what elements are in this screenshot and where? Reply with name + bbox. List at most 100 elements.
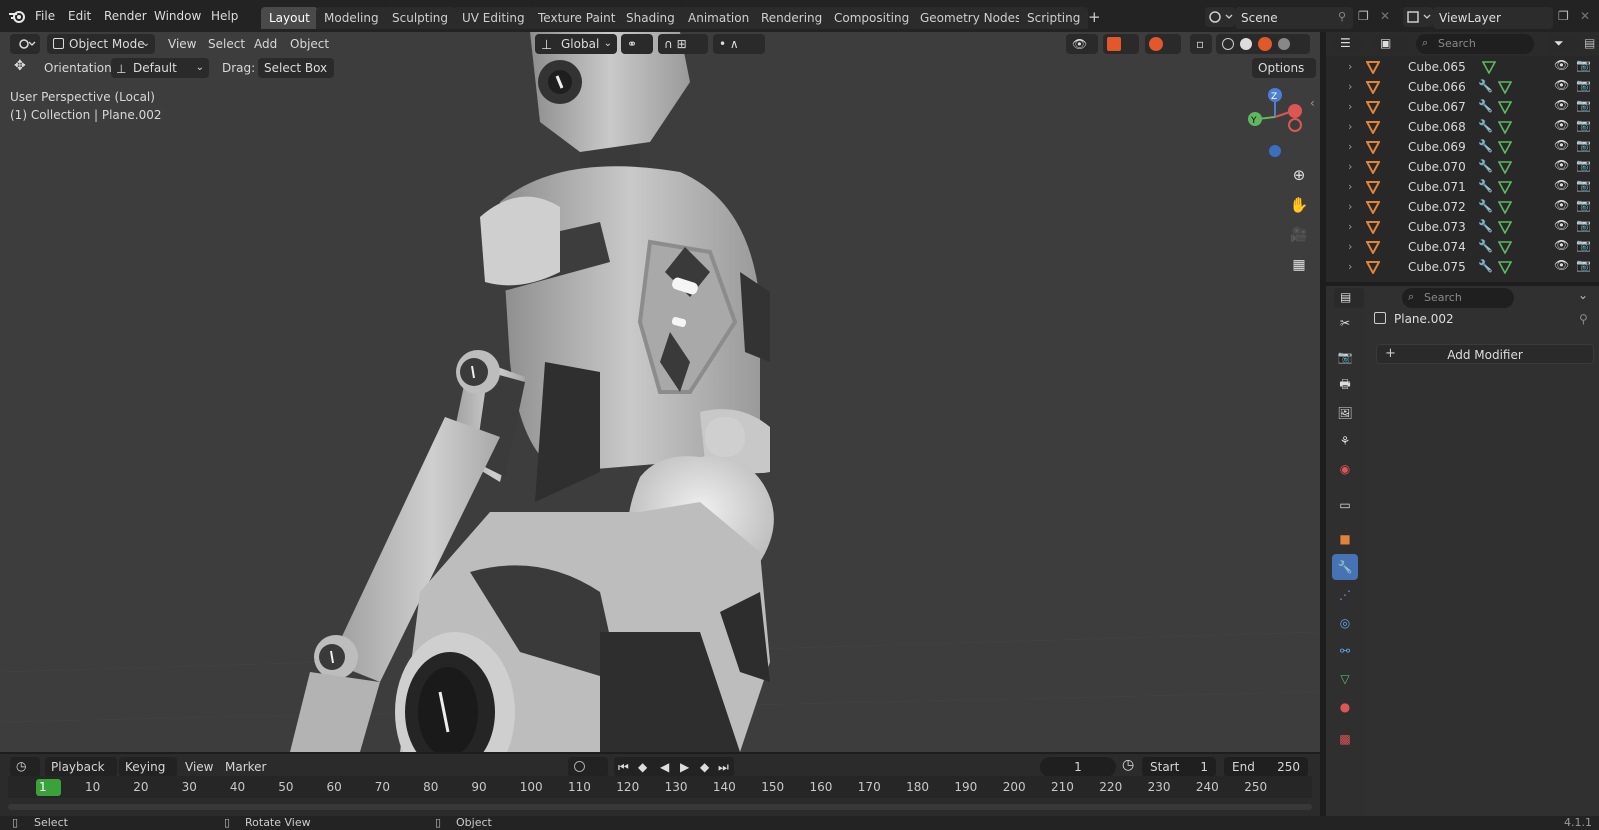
view-layer-tab[interactable]: 🖼: [1332, 400, 1358, 426]
outliner-row[interactable]: › Cube.069 🔧 👁 📷: [1326, 137, 1599, 157]
viewport-menu-view[interactable]: View: [168, 37, 196, 51]
transform-gizmo-icon[interactable]: ✥: [14, 58, 26, 74]
viewlayer-selector-button[interactable]: [1403, 7, 1433, 27]
outliner-item-name[interactable]: Cube.073: [1408, 220, 1466, 234]
new-scene-icon[interactable]: ❐: [1358, 9, 1369, 23]
shading-mode-group[interactable]: [1216, 34, 1310, 54]
camera-icon[interactable]: 📷: [1576, 118, 1591, 132]
tab-uv-editing[interactable]: UV Editing: [454, 7, 533, 29]
timeline-menu-view[interactable]: View: [185, 760, 213, 774]
menu-window[interactable]: Window: [154, 9, 201, 23]
expand-chevron-icon[interactable]: ›: [1348, 140, 1352, 153]
outliner-item-name[interactable]: Cube.074: [1408, 240, 1466, 254]
tab-geometry-nodes[interactable]: Geometry Nodes: [912, 7, 1030, 29]
tab-sculpting[interactable]: Sculpting: [384, 7, 457, 29]
timeline-editor-type-button[interactable]: ◷: [10, 757, 40, 777]
new-collection-icon[interactable]: ▤: [1584, 36, 1595, 50]
camera-view-icon[interactable]: 🎥: [1286, 222, 1312, 248]
outliner-row[interactable]: › Cube.073 🔧 👁 📷: [1326, 217, 1599, 237]
mesh-data-icon[interactable]: [1498, 120, 1512, 134]
play-reverse-icon[interactable]: ◀: [660, 757, 669, 777]
tab-modeling[interactable]: Modeling: [316, 7, 387, 29]
3d-viewport[interactable]: Object Mode ⌄ View Select Add Object ⊥ G…: [0, 32, 1320, 752]
expand-chevron-icon[interactable]: ›: [1348, 240, 1352, 253]
jump-start-icon[interactable]: ⏮: [618, 757, 629, 777]
camera-icon[interactable]: 📷: [1576, 58, 1591, 72]
data-tab[interactable]: ▽: [1332, 666, 1358, 692]
outliner-row[interactable]: › Cube.067 🔧 👁 📷: [1326, 97, 1599, 117]
transform-orientation-dropdown[interactable]: ⊥ Global ⌄: [535, 34, 617, 54]
expand-chevron-icon[interactable]: ›: [1348, 260, 1352, 273]
proportional-edit-button[interactable]: • ∧: [713, 34, 765, 54]
record-button[interactable]: [568, 757, 608, 777]
outliner-row[interactable]: › Cube.071 🔧 👁 📷: [1326, 177, 1599, 197]
wireframe-shading-icon[interactable]: [1222, 38, 1234, 50]
eye-icon[interactable]: 👁: [1554, 198, 1569, 212]
viewport-menu-select[interactable]: Select: [208, 37, 245, 51]
camera-icon[interactable]: 📷: [1576, 138, 1591, 152]
mesh-data-icon[interactable]: [1498, 180, 1512, 194]
xray-toggle-button[interactable]: ▫: [1190, 34, 1212, 54]
eye-icon[interactable]: 👁: [1554, 158, 1569, 172]
editor-type-button[interactable]: [10, 34, 40, 54]
modifier-wrench-icon[interactable]: 🔧: [1478, 259, 1493, 273]
outliner-editor-type-button[interactable]: ☰: [1334, 34, 1366, 54]
gizmo-toggle-button[interactable]: [1103, 34, 1139, 54]
prev-keyframe-icon[interactable]: ◆: [638, 757, 647, 777]
menu-help[interactable]: Help: [211, 9, 238, 23]
modifier-wrench-icon[interactable]: 🔧: [1478, 179, 1493, 193]
modifier-wrench-icon[interactable]: 🔧: [1478, 139, 1493, 153]
mesh-data-icon[interactable]: [1498, 100, 1512, 114]
pin-icon[interactable]: ⚲: [1338, 10, 1346, 23]
mesh-data-icon[interactable]: [1498, 260, 1512, 274]
eye-icon[interactable]: 👁: [1554, 178, 1569, 192]
tab-texture-paint[interactable]: Texture Paint: [530, 7, 624, 29]
outliner-item-name[interactable]: Cube.069: [1408, 140, 1466, 154]
scene-selector-button[interactable]: [1205, 7, 1235, 27]
menu-edit[interactable]: Edit: [68, 9, 91, 23]
outliner-row[interactable]: › Cube.068 🔧 👁 📷: [1326, 117, 1599, 137]
tab-scripting[interactable]: Scripting: [1019, 7, 1089, 29]
eye-icon[interactable]: 👁: [1554, 138, 1569, 152]
properties-editor-type-button[interactable]: ▤: [1334, 288, 1364, 308]
mesh-data-icon[interactable]: [1498, 200, 1512, 214]
camera-icon[interactable]: 📷: [1576, 198, 1591, 212]
eye-icon[interactable]: 👁: [1554, 78, 1569, 92]
outliner-row[interactable]: › Cube.074 🔧 👁 📷: [1326, 237, 1599, 257]
material-preview-icon[interactable]: [1258, 37, 1272, 51]
keying-menu[interactable]: Keying: [119, 757, 177, 777]
add-modifier-button[interactable]: + Add Modifier: [1376, 344, 1594, 364]
viewport-menu-object[interactable]: Object: [290, 37, 329, 51]
chevron-down-icon[interactable]: ⌄: [1578, 288, 1588, 302]
modifier-wrench-icon[interactable]: 🔧: [1478, 199, 1493, 213]
perspective-toggle-icon[interactable]: ▦: [1286, 252, 1312, 278]
rendered-shading-icon[interactable]: [1278, 38, 1290, 50]
tab-animation[interactable]: Animation: [680, 7, 758, 29]
world-tab[interactable]: ◉: [1332, 456, 1358, 482]
camera-icon[interactable]: 📷: [1576, 178, 1591, 192]
outliner-row[interactable]: › Cube.072 🔧 👁 📷: [1326, 197, 1599, 217]
pan-hand-icon[interactable]: ✋: [1286, 192, 1312, 218]
tab-compositing[interactable]: Compositing: [826, 7, 918, 29]
outliner-row[interactable]: › Cube.075 🔧 👁 📷: [1326, 257, 1599, 277]
solid-shading-icon[interactable]: [1240, 38, 1252, 50]
particles-tab[interactable]: ⋰: [1332, 582, 1358, 608]
mesh-data-icon[interactable]: [1498, 160, 1512, 174]
add-workspace-icon[interactable]: +: [1088, 8, 1101, 26]
expand-chevron-icon[interactable]: ›: [1348, 220, 1352, 233]
outliner-item-name[interactable]: Cube.075: [1408, 260, 1466, 274]
object-tab[interactable]: ■: [1332, 526, 1358, 552]
display-mode-button[interactable]: ▣: [1374, 34, 1408, 54]
options-dropdown[interactable]: Options: [1252, 58, 1316, 78]
robot-model[interactable]: [0, 32, 1320, 752]
outliner-item-name[interactable]: Cube.065: [1408, 60, 1466, 74]
output-tab[interactable]: 🖶: [1332, 372, 1358, 398]
modifier-wrench-icon[interactable]: 🔧: [1478, 79, 1493, 93]
end-frame-field[interactable]: End 250: [1224, 757, 1308, 777]
outliner-item-name[interactable]: Cube.068: [1408, 120, 1466, 134]
scene-name-field[interactable]: Scene: [1235, 7, 1353, 29]
tool-tab[interactable]: ✂: [1332, 310, 1358, 336]
tab-layout[interactable]: Layout: [261, 7, 318, 29]
mesh-data-icon[interactable]: [1482, 60, 1496, 74]
eye-icon[interactable]: 👁: [1554, 238, 1569, 252]
